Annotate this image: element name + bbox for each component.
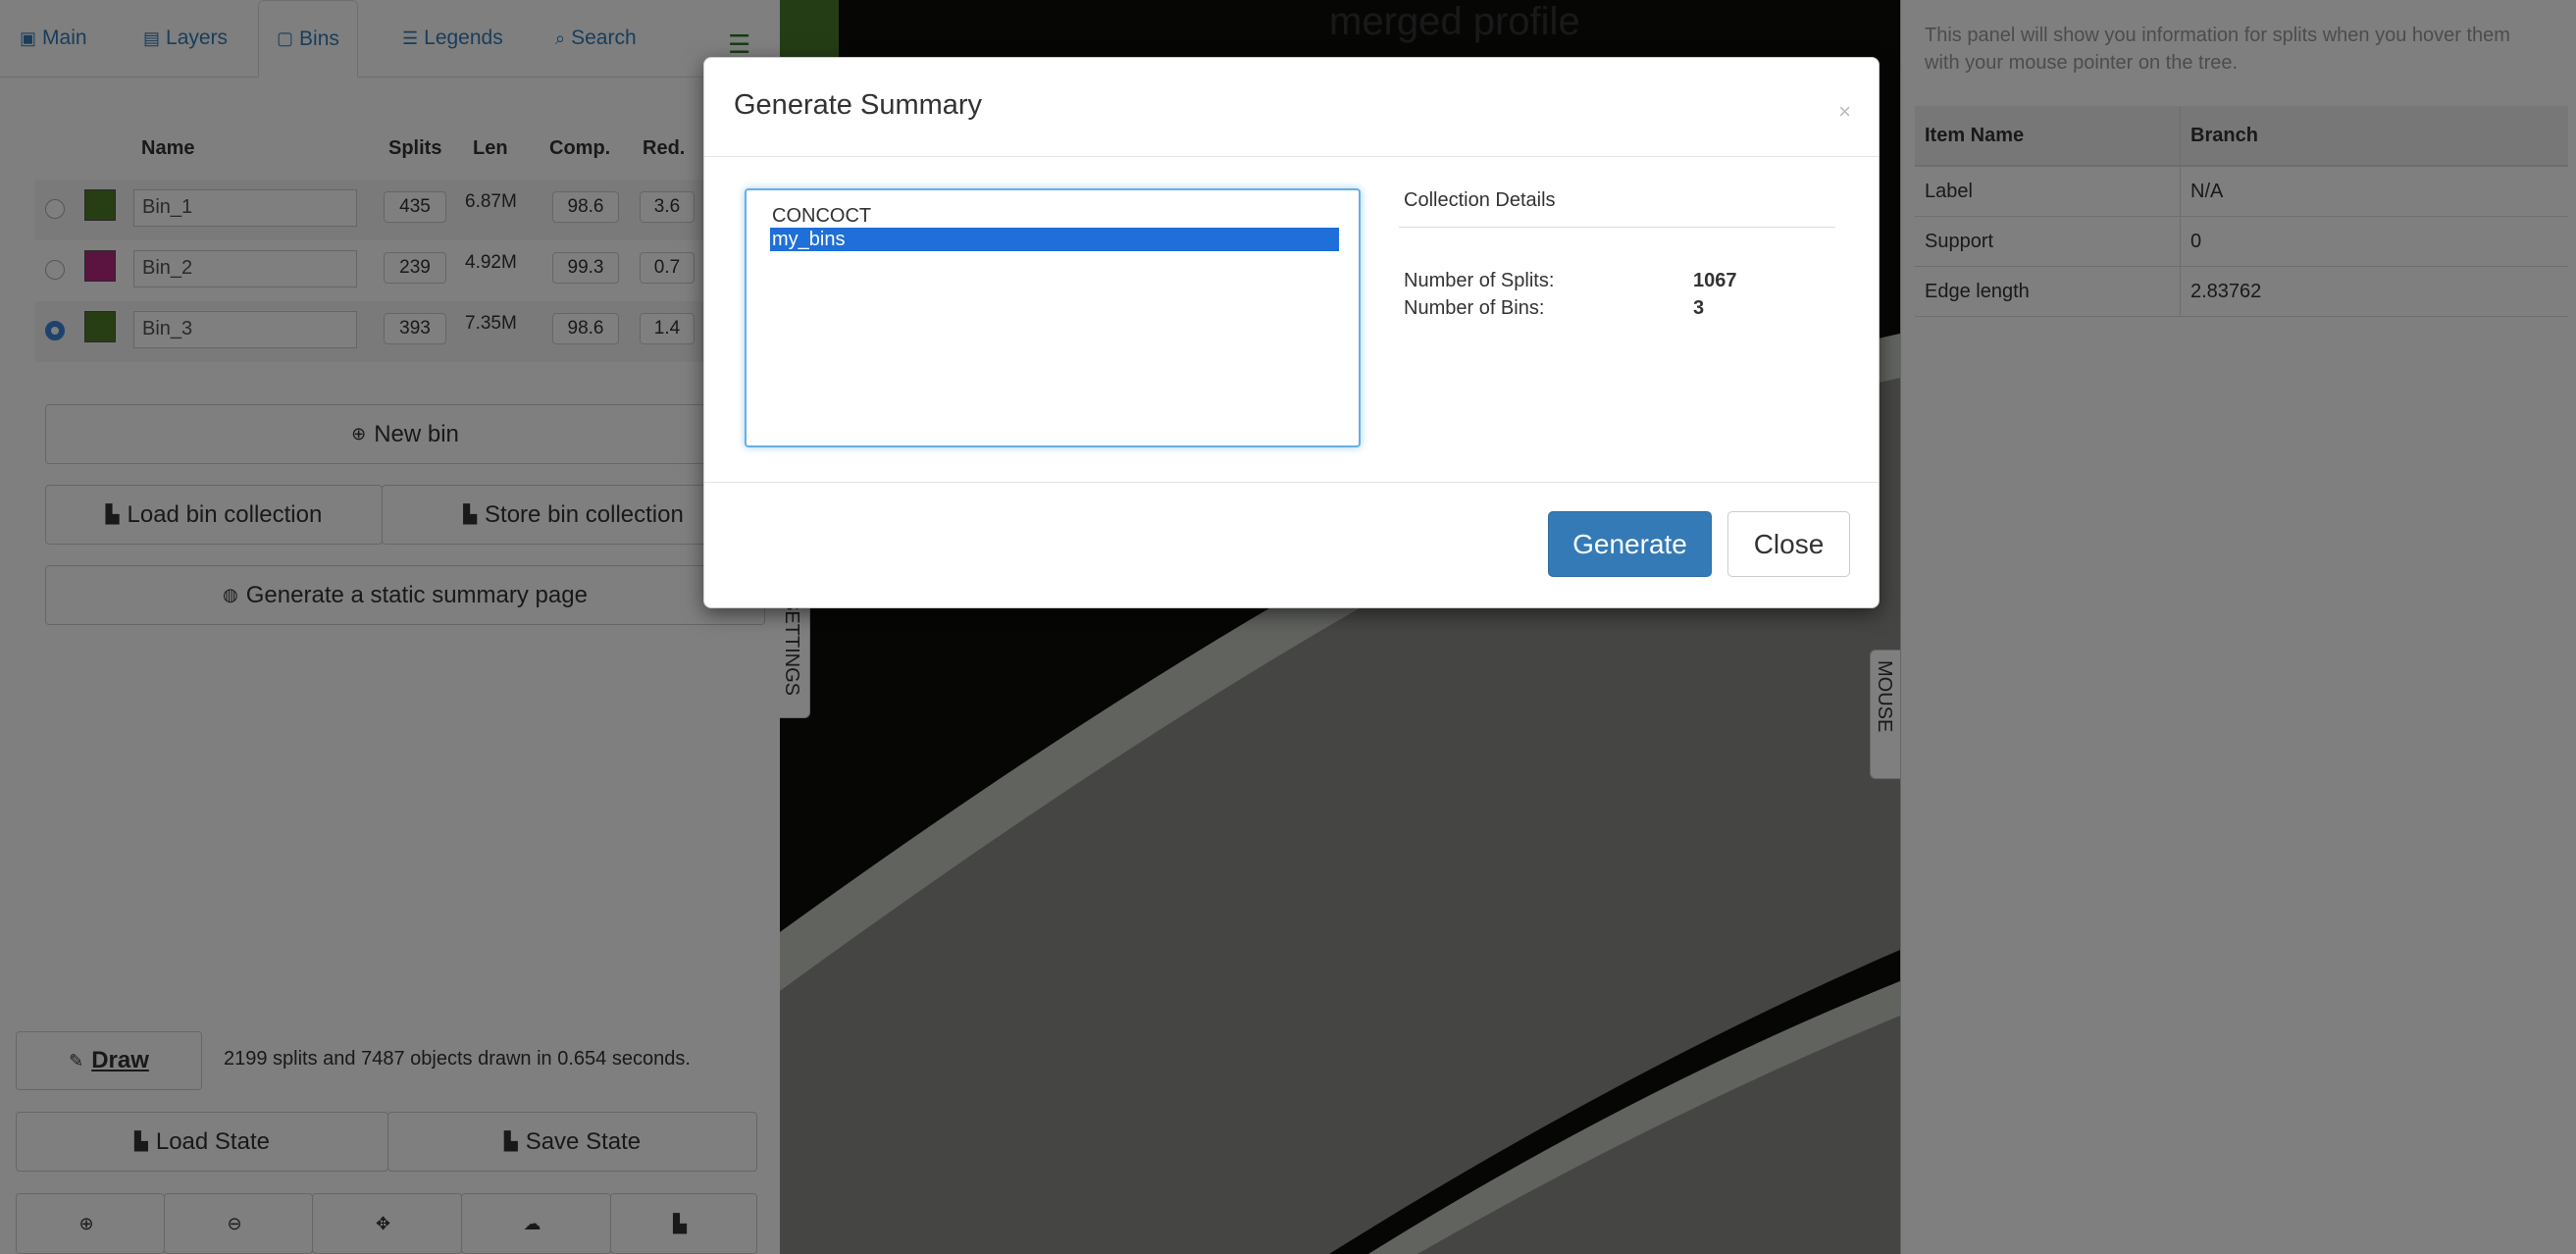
- collection-select-list[interactable]: CONCOCT my_bins: [745, 188, 1361, 447]
- generate-button[interactable]: Generate: [1548, 511, 1712, 577]
- close-icon[interactable]: ×: [1838, 99, 1851, 125]
- close-button[interactable]: Close: [1727, 511, 1850, 577]
- bins-count-label: Number of Bins:: [1404, 297, 1545, 319]
- dialog-title: Generate Summary: [734, 89, 983, 121]
- splits-count-label: Number of Splits:: [1404, 270, 1555, 291]
- divider: [704, 156, 1879, 157]
- collection-details-heading: Collection Details: [1404, 189, 1556, 211]
- collection-option-selected[interactable]: my_bins: [770, 228, 1339, 251]
- collection-option[interactable]: CONCOCT: [770, 204, 1339, 228]
- bins-count-value: 3: [1693, 297, 1705, 319]
- divider: [1399, 227, 1835, 228]
- divider: [704, 482, 1879, 483]
- splits-count-value: 1067: [1693, 270, 1737, 291]
- generate-summary-dialog: Generate Summary × CONCOCT my_bins Colle…: [703, 57, 1880, 608]
